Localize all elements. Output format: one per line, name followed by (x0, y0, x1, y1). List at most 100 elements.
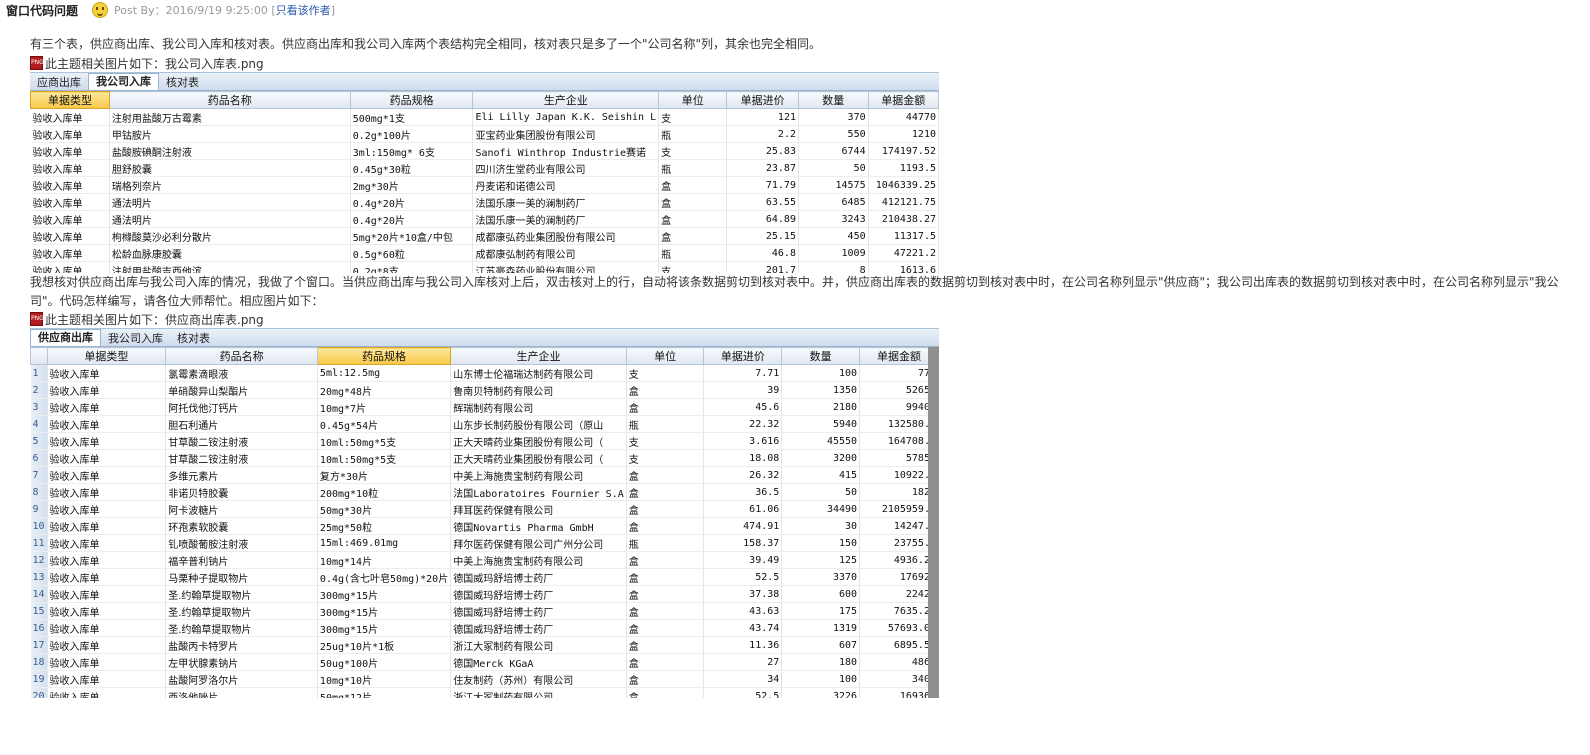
column-header[interactable]: 单位 (658, 91, 728, 109)
tab-1[interactable]: 我公司入库 (101, 331, 170, 346)
table-row[interactable]: 8 验收入库单 非诺贝特胶囊 200mg*10粒 法国Laboratoires Four… (30, 483, 939, 501)
column-header[interactable]: 单据金额 (859, 347, 939, 365)
smiley-face-icon (92, 2, 109, 18)
view-author-only-link[interactable]: 只看该作者 (276, 4, 331, 17)
table-cell: 7635.25 (859, 602, 939, 620)
table-cell: 德国Novartis Pharma GmbH (450, 517, 627, 535)
post-paragraph-1: 有三个表，供应商出库、我公司入库和核对表。供应商出库和我公司入库两个表结构完全相… (30, 37, 822, 51)
column-header[interactable]: 单位 (625, 347, 705, 365)
table-row[interactable]: 验收入库单 瑞格列奈片 2mg*30片 丹麦诺和诺德公司盒 71.79 14575 1046… (30, 176, 939, 194)
table-cell: 0.4g*20片 (350, 210, 474, 228)
table-row[interactable]: 13 验收入库单 马栗种子提取物片 0.4g(含七叶皂50mg)*20片 德国威玛舒培博… (30, 568, 939, 586)
table-cell: 176925 (859, 568, 939, 586)
table-row[interactable]: 验收入库单 甲钴胺片 0.2g*100片 亚宝药业集团股份有限公司瓶 2.2 550 121… (30, 125, 939, 143)
table-row[interactable]: 11 验收入库单 钆喷酸葡胺注射液 15ml:469.01mg 拜尔医药保健有限公司广州… (30, 534, 939, 552)
table-cell: 50 (781, 483, 861, 501)
table-cell: 德国威玛舒培博士药厂 (450, 585, 627, 603)
vertical-scrollbar[interactable] (928, 347, 939, 698)
table-cell: 胆石利通片 (165, 415, 318, 433)
table-cell: 175 (781, 602, 861, 620)
table-cell: 多维元素片 (165, 466, 318, 484)
tab-0[interactable]: 应商出库 (30, 75, 88, 90)
table-cell: 阿卡波糖片 (165, 500, 318, 518)
column-header[interactable]: 药品规格 (349, 91, 474, 109)
table-cell: 注射用盐酸万古霉素 (109, 108, 351, 126)
table-row[interactable]: 验收入库单 注射用盐酸吉西他滨 0.2g*8支 江苏豪森药业股份有限公司支 201.7 8… (30, 261, 939, 273)
table-row[interactable]: 19 验收入库单 盐酸阿罗洛尔片 10mg*10片 住友制药（苏州）有限公司盒 34 100… (30, 670, 939, 688)
table-row[interactable]: 5 验收入库单 甘草酸二铵注射液 10ml:50mg*5支 正大天晴药业集团股份有限公司… (30, 432, 939, 450)
column-header[interactable]: 生产企业 (472, 91, 660, 109)
table-row[interactable]: 12 验收入库单 福辛普利钠片 10mg*14片 中美上海施贵宝制药有限公司盒 39.49… (30, 551, 939, 569)
table-row[interactable]: 验收入库单 松龄血脉康胶囊 0.5g*60粒 成都康弘制药有限公司瓶 46.8 1009 4… (30, 244, 939, 262)
tab-1[interactable]: 我公司入库 (88, 73, 159, 90)
table-cell: 拜尔医药保健有限公司广州分公司 (450, 534, 627, 552)
table-row[interactable]: 验收入库单 胆舒胶囊 0.45g*30粒 四川济生堂药业有限公司瓶 23.87 50 119… (30, 159, 939, 177)
table-row[interactable]: 14 验收入库单 圣.约翰草提取物片 300mg*15片 德国威玛舒培博士药厂盒 37.3… (30, 585, 939, 603)
column-header[interactable]: 药品名称 (108, 91, 351, 109)
table-cell: 30 (781, 517, 861, 535)
table-cell: 氯霉素滴眼液 (165, 364, 318, 382)
table-cell: 450 (798, 227, 869, 245)
table-cell: 拜耳医药保健有限公司 (450, 500, 627, 518)
column-header[interactable]: 单据类型 (46, 347, 167, 365)
table-row[interactable]: 验收入库单 枸橼酸莫沙必利分散片 5mg*20片*10盒/中包 成都康弘药业集团股份有… (30, 227, 939, 245)
column-header[interactable]: 药品规格 (316, 347, 452, 365)
row-number-cell: 16 (30, 619, 48, 637)
column-header[interactable]: 数量 (781, 347, 861, 365)
row-number-cell: 7 (30, 466, 48, 484)
table-row[interactable]: 18 验收入库单 左甲状腺素钠片 50ug*100片 德国Merck KGaA 盒 27 18… (30, 653, 939, 671)
tab-2[interactable]: 核对表 (159, 75, 206, 90)
table-row[interactable]: 9 验收入库单 阿卡波糖片 50mg*30片 拜耳医药保健有限公司盒 61.06 34490… (30, 500, 939, 518)
table-cell: 370 (798, 108, 869, 126)
table-cell: 盒 (658, 227, 728, 245)
table-cell: 23755.5 (859, 534, 939, 552)
table-cell: 辉瑞制药有限公司 (450, 398, 627, 416)
table-cell: 盒 (626, 466, 705, 484)
table-row[interactable]: 1 验收入库单 氯霉素滴眼液 5ml:12.5mg 山东博士伦福瑞达制药有限公司支 7.7… (30, 364, 939, 382)
table-row[interactable]: 验收入库单 通法明片 0.4g*20片 法国乐康一美的澜制药厂盒 63.55 6485 41… (30, 193, 939, 211)
table-cell: 3.616 (703, 432, 783, 450)
table-cell: 盒 (626, 381, 705, 399)
table-row[interactable]: 验收入库单 通法明片 0.4g*20片 法国乐康一美的澜制药厂盒 64.89 3243 21… (30, 210, 939, 228)
post-date: Post By：2016/9/19 9:25:00 [ (114, 4, 276, 17)
column-header[interactable]: 数量 (797, 91, 869, 109)
column-header[interactable]: 单据金额 (867, 91, 939, 109)
table-cell: 47221.2 (868, 244, 939, 262)
table-cell: 771 (859, 364, 939, 382)
table-cell: 验收入库单 (30, 210, 110, 228)
column-header[interactable]: 单据类型 (30, 91, 110, 109)
table-row[interactable]: 7 验收入库单 多维元素片 复方*30片 中美上海施贵宝制药有限公司盒 26.32 415 1… (30, 466, 939, 484)
table-row[interactable]: 4 验收入库单 胆石利通片 0.45g*54片 山东步长制药股份有限公司（原山瓶 22.3… (30, 415, 939, 433)
column-header[interactable]: 药品名称 (165, 347, 318, 365)
table-row[interactable]: 3 验收入库单 阿托伐他汀钙片 10mg*7片 辉瑞制药有限公司盒 45.6 2180 994… (30, 398, 939, 416)
png-file-icon: PNG (30, 56, 44, 70)
row-number-cell: 1 (30, 364, 48, 382)
table-row[interactable]: 验收入库单 盐酸胺碘酮注射液 3ml:150mg* 6支 Sanofi Winthro… (30, 142, 939, 160)
table-cell: 158.37 (703, 534, 783, 552)
table-row[interactable]: 10 验收入库单 环孢素软胶囊 25mg*50粒 德国Novartis Pharma G… (30, 517, 939, 535)
table-cell: 甲钴胺片 (109, 125, 351, 143)
table-row[interactable]: 17 验收入库单 盐酸丙卡特罗片 25ug*10片*1板 浙江大冢制药有限公司盒 11.3… (30, 636, 939, 654)
grid2-table: 单据类型 药品名称 药品规格 生产企业 单位 单据进价 数量 单据金额 1 验收入库单 氯霉素滴眼… (30, 347, 939, 698)
tab-2[interactable]: 核对表 (170, 331, 217, 346)
table-cell: 10mg*14片 (317, 551, 452, 569)
attachment-caption-2-text[interactable]: 此主题相关图片如下：供应商出库表.png (45, 311, 264, 328)
table-cell: 注射用盐酸吉西他滨 (109, 261, 351, 273)
table-cell: 成都康弘制药有限公司 (472, 244, 660, 262)
table-cell: 180 (781, 653, 861, 671)
column-header[interactable]: 生产企业 (450, 347, 627, 365)
table-cell: 5mg*20片*10盒/中包 (350, 227, 474, 245)
table-cell: 23.87 (726, 159, 799, 177)
table-cell: 2180 (781, 398, 861, 416)
tab-0[interactable]: 供应商出库 (30, 329, 101, 346)
table-row[interactable]: 6 验收入库单 甘草酸二铵注射液 10ml:50mg*5支 正大天晴药业集团股份有限公司… (30, 449, 939, 467)
attachment-caption-1-text[interactable]: 此主题相关图片如下：我公司入库表.png (45, 55, 264, 72)
table-cell: 34490 (781, 500, 861, 518)
table-row[interactable]: 验收入库单 注射用盐酸万古霉素 500mg*1支 Eli Lilly Japan K.… (30, 108, 939, 126)
table-row[interactable]: 2 验收入库单 单硝酸异山梨酯片 20mg*48片 鲁南贝特制药有限公司盒 39 1350 5… (30, 381, 939, 399)
column-header[interactable]: 单据进价 (703, 347, 783, 365)
column-header[interactable]: 单据进价 (726, 91, 799, 109)
table-row[interactable]: 20 验收入库单 西洛他唑片 50mg*12片 浙江大冢制药有限公司盒 52.5 3226 1… (30, 687, 939, 698)
table-row[interactable]: 16 验收入库单 圣.约翰草提取物片 300mg*15片 德国威玛舒培博士药厂盒 43.7… (30, 619, 939, 637)
table-row[interactable]: 15 验收入库单 圣.约翰草提取物片 300mg*15片 德国威玛舒培博士药厂盒 43.6… (30, 602, 939, 620)
